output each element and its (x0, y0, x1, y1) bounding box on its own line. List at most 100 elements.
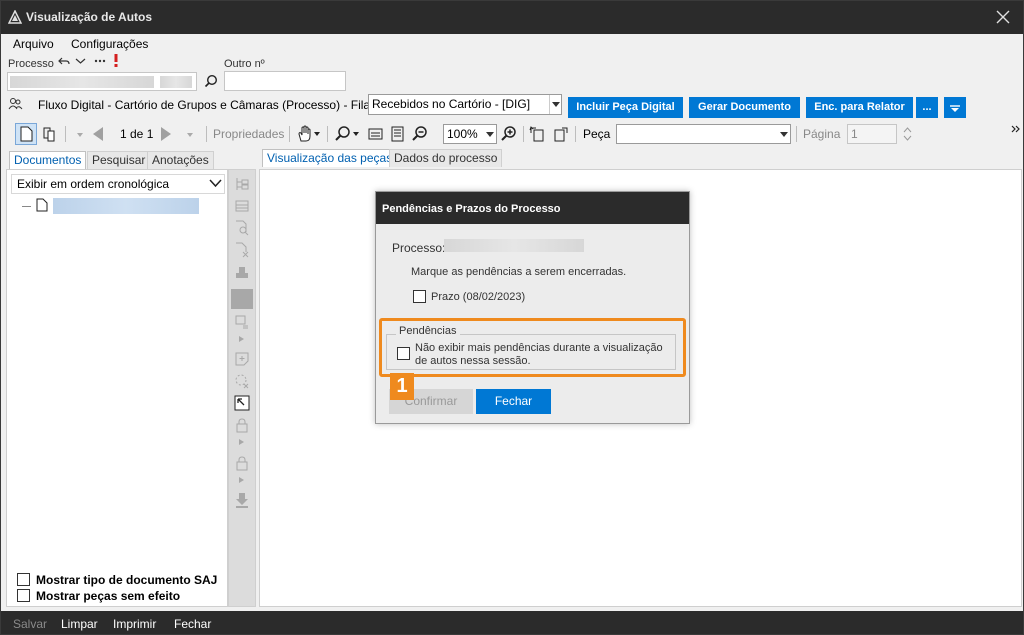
tab-visualizacao-pecas[interactable]: Visualização das peças (262, 149, 398, 167)
bottom-action-bar: Salvar Limpar Imprimir Fechar (1, 611, 1023, 634)
last-page-icon[interactable] (181, 125, 199, 143)
zoom-out-icon[interactable] (411, 125, 429, 143)
alert-icon (114, 54, 118, 67)
search-icon[interactable] (204, 74, 218, 88)
more-icon[interactable] (94, 59, 106, 63)
zoom-select[interactable]: 100% (443, 124, 497, 144)
more-actions-button[interactable]: ... (916, 97, 938, 118)
pecas-sem-efeito-checkbox[interactable] (17, 589, 30, 602)
remove-selection-icon[interactable] (234, 373, 250, 389)
pagina-input[interactable]: 1 (847, 124, 897, 144)
window-title: Visualização de Autos (26, 10, 153, 24)
salvar-button[interactable]: Salvar (13, 617, 47, 631)
chevron-down-icon (209, 179, 222, 188)
first-page-icon[interactable] (71, 125, 89, 143)
fit-width-icon[interactable] (367, 125, 385, 143)
order-selected-value: Exibir em ordem cronológica (17, 177, 170, 191)
enc-relator-button[interactable]: Enc. para Relator (806, 97, 913, 118)
caret-down-icon[interactable] (314, 132, 320, 136)
fila-dropdown-arrow[interactable] (549, 95, 561, 114)
stamp-icon[interactable] (234, 264, 250, 280)
dialog-processo-redacted (444, 239, 584, 252)
selected-tool-placeholder[interactable] (231, 289, 253, 309)
peca-label: Peça (583, 127, 611, 141)
tab-pesquisar[interactable]: Pesquisar (87, 151, 151, 169)
imprimir-button[interactable]: Imprimir (113, 617, 156, 631)
pagina-label: Página (803, 127, 841, 141)
list-icon[interactable] (234, 198, 250, 214)
left-tabs: Documentos Pesquisar Anotações (6, 149, 256, 169)
documents-pane: Exibir em ordem cronológica Mostrar tipo… (6, 169, 228, 607)
hand-icon[interactable] (296, 125, 314, 143)
zoom-tool-icon[interactable] (334, 125, 352, 143)
pendencias-dialog: Pendências e Prazos do Processo Processo… (375, 191, 690, 424)
caret-down-icon (552, 102, 560, 107)
document-list-icon[interactable] (234, 314, 250, 330)
page-spinner-icon[interactable] (903, 124, 912, 144)
tab-anotacoes[interactable]: Anotações (147, 151, 214, 169)
viewer-toolbar: 1 de 1 Propriedades 100% Peça Página 1 (1, 121, 1023, 147)
dialog-instruction: Marque as pendências a serem encerradas. (411, 266, 627, 278)
fila-select[interactable]: Recebidos no Cartório - [DIG] (368, 94, 562, 115)
tab-documentos[interactable]: Documentos (9, 151, 87, 169)
caret-down-icon[interactable] (353, 132, 359, 136)
dialog-close-button[interactable]: Fechar (476, 389, 551, 414)
chevron-right-icon[interactable] (239, 336, 244, 342)
document-search-icon[interactable] (234, 220, 250, 236)
undo-icon[interactable] (58, 55, 70, 67)
expand-button[interactable] (944, 97, 966, 118)
zoom-in-icon[interactable] (500, 125, 518, 143)
overflow-chevron-icon[interactable] (1011, 125, 1020, 137)
add-note-icon[interactable] (234, 351, 250, 367)
processo-input[interactable] (7, 72, 197, 91)
page-icon (20, 126, 33, 142)
prev-page-icon[interactable] (89, 125, 107, 143)
caret-down-icon (780, 132, 788, 137)
tipo-documento-checkbox[interactable] (17, 573, 30, 586)
gerar-documento-button[interactable]: Gerar Documento (689, 97, 800, 118)
multi-page-icon[interactable] (41, 125, 59, 143)
close-icon[interactable] (995, 9, 1011, 25)
fechar-button[interactable]: Fechar (174, 617, 211, 631)
download-icon[interactable] (234, 492, 250, 508)
chevron-down-icon[interactable] (75, 56, 86, 66)
menu-bar: Arquivo Configurações (1, 34, 1023, 54)
lock-icon[interactable] (234, 417, 250, 433)
users-icon (8, 98, 23, 110)
single-page-toggle[interactable] (15, 123, 37, 145)
fit-page-icon[interactable] (389, 125, 407, 143)
expand-corner-icon[interactable] (234, 395, 250, 411)
document-name-redacted[interactable] (53, 198, 199, 214)
unlock-icon[interactable] (234, 455, 250, 471)
dialog-processo-label: Processo: (392, 241, 446, 255)
fila-selected-value: Recebidos no Cartório - [DIG] (372, 97, 531, 111)
peca-dropdown-arrow[interactable] (778, 125, 790, 143)
zoom-dropdown-arrow[interactable] (484, 125, 496, 143)
tab-dados-processo[interactable]: Dados do processo (389, 149, 503, 167)
toolbar-separator (523, 126, 524, 142)
chevron-down-icon (950, 105, 960, 112)
rotate-left-icon[interactable] (529, 125, 547, 143)
limpar-button[interactable]: Limpar (61, 617, 98, 631)
chevron-right-icon[interactable] (239, 477, 244, 483)
app-logo-icon (8, 10, 22, 24)
rotate-right-icon[interactable] (551, 125, 569, 143)
prazo-checkbox[interactable] (413, 290, 426, 303)
outro-numero-input[interactable] (224, 71, 346, 91)
document-delete-icon[interactable] (234, 242, 250, 258)
title-bar: Visualização de Autos (1, 1, 1023, 34)
properties-button[interactable]: Propriedades (213, 127, 284, 141)
order-select[interactable]: Exibir em ordem cronológica (11, 174, 225, 194)
chevron-right-icon[interactable] (239, 439, 244, 445)
toolbar-separator (327, 126, 328, 142)
peca-select[interactable] (616, 124, 791, 144)
menu-configuracoes[interactable]: Configurações (71, 37, 148, 51)
menu-arquivo[interactable]: Arquivo (13, 37, 54, 51)
left-panel: Documentos Pesquisar Anotações Exibir em… (6, 149, 256, 607)
incluir-peca-button[interactable]: Incluir Peça Digital (568, 97, 683, 118)
tree-icon[interactable] (234, 176, 250, 192)
prazo-label: Prazo (08/02/2023) (431, 291, 526, 303)
flow-text: Fluxo Digital - Cartório de Grupos e Câm… (38, 98, 374, 112)
processo-foro-redacted (160, 76, 192, 88)
next-page-icon[interactable] (157, 125, 175, 143)
